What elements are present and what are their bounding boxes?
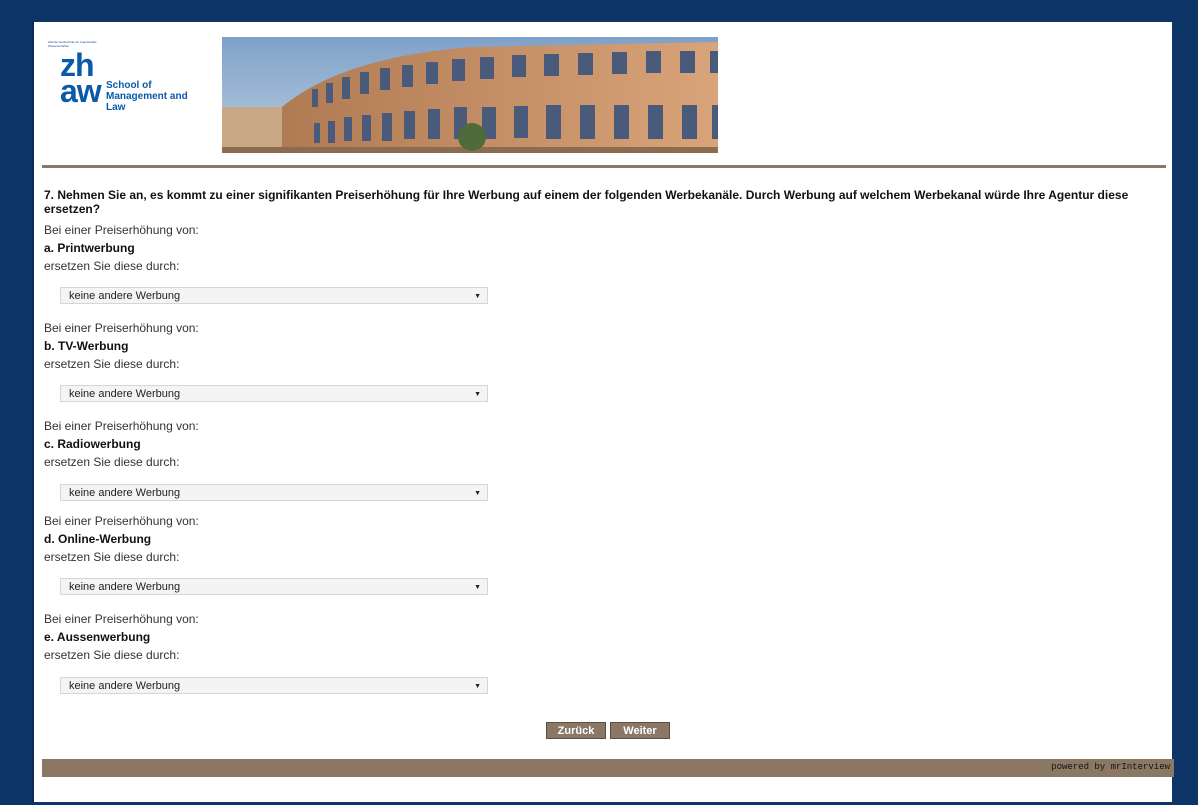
powered-by-text: powered by mrInterview [1051, 762, 1170, 772]
select-radiowerbung[interactable]: keine andere Werbung ▼ [60, 484, 488, 501]
item-replace-text: ersetzen Sie diese durch: [44, 259, 180, 273]
item-intro: Bei einer Preiserhöhung von: [44, 419, 199, 433]
select-aussenwerbung[interactable]: keine andere Werbung ▼ [60, 677, 488, 694]
dropdown-arrow-icon: ▼ [474, 584, 481, 591]
item-replace-text: ersetzen Sie diese durch: [44, 357, 180, 371]
dropdown-arrow-icon: ▼ [474, 490, 481, 497]
select-online-werbung[interactable]: keine andere Werbung ▼ [60, 578, 488, 595]
select-printwerbung[interactable]: keine andere Werbung ▼ [60, 287, 488, 304]
item-online-werbung: Bei einer Preiserhöhung von: d. Online-W… [44, 512, 544, 566]
item-replace-text: ersetzen Sie diese durch: [44, 648, 180, 662]
item-intro: Bei einer Preiserhöhung von: [44, 514, 199, 528]
item-label: b. TV-Werbung [44, 339, 129, 353]
building-photo [222, 37, 718, 153]
logo-school-name: School of Management and Law [106, 80, 208, 113]
item-label: c. Radiowerbung [44, 437, 141, 451]
item-aussenwerbung: Bei einer Preiserhöhung von: e. Aussenwe… [44, 610, 544, 664]
select-tv-werbung[interactable]: keine andere Werbung ▼ [60, 385, 488, 402]
select-value: keine andere Werbung [69, 388, 181, 400]
logo-brand: zh aw [60, 49, 102, 109]
building-banner-image [222, 37, 718, 153]
question-text: 7. Nehmen Sie an, es kommt zu einer sign… [44, 188, 1129, 216]
item-intro: Bei einer Preiserhöhung von: [44, 321, 199, 335]
logo-school-line2: Management and Law [106, 91, 188, 113]
select-value: keine andere Werbung [69, 487, 181, 499]
item-label: d. Online-Werbung [44, 532, 152, 546]
item-intro: Bei einer Preiserhöhung von: [44, 612, 199, 626]
logo-school-line1: School of [106, 80, 152, 91]
survey-page: Zürcher Hochschule für Angewandte Wissen… [32, 22, 1174, 802]
item-tv-werbung: Bei einer Preiserhöhung von: b. TV-Werbu… [44, 319, 544, 373]
header: Zürcher Hochschule für Angewandte Wissen… [34, 22, 1172, 162]
footer-bar: powered by mrInterview [42, 759, 1174, 777]
dropdown-arrow-icon: ▼ [474, 683, 481, 690]
logo-brand-line2: aw [60, 73, 102, 109]
header-divider [42, 165, 1166, 168]
dropdown-arrow-icon: ▼ [474, 293, 481, 300]
select-value: keine andere Werbung [69, 290, 181, 302]
item-printwerbung: Bei einer Preiserhöhung von: a. Printwer… [44, 221, 544, 275]
item-intro: Bei einer Preiserhöhung von: [44, 223, 199, 237]
zhaw-logo: Zürcher Hochschule für Angewandte Wissen… [48, 40, 208, 113]
item-label: e. Aussenwerbung [44, 630, 151, 644]
item-label: a. Printwerbung [44, 241, 135, 255]
next-button[interactable]: Weiter [610, 722, 670, 739]
back-button[interactable]: Zurück [546, 722, 606, 739]
dropdown-arrow-icon: ▼ [474, 391, 481, 398]
item-replace-text: ersetzen Sie diese durch: [44, 455, 180, 469]
select-value: keine andere Werbung [69, 581, 181, 593]
item-replace-text: ersetzen Sie diese durch: [44, 550, 180, 564]
item-radiowerbung: Bei einer Preiserhöhung von: c. Radiower… [44, 417, 544, 471]
select-value: keine andere Werbung [69, 680, 181, 692]
